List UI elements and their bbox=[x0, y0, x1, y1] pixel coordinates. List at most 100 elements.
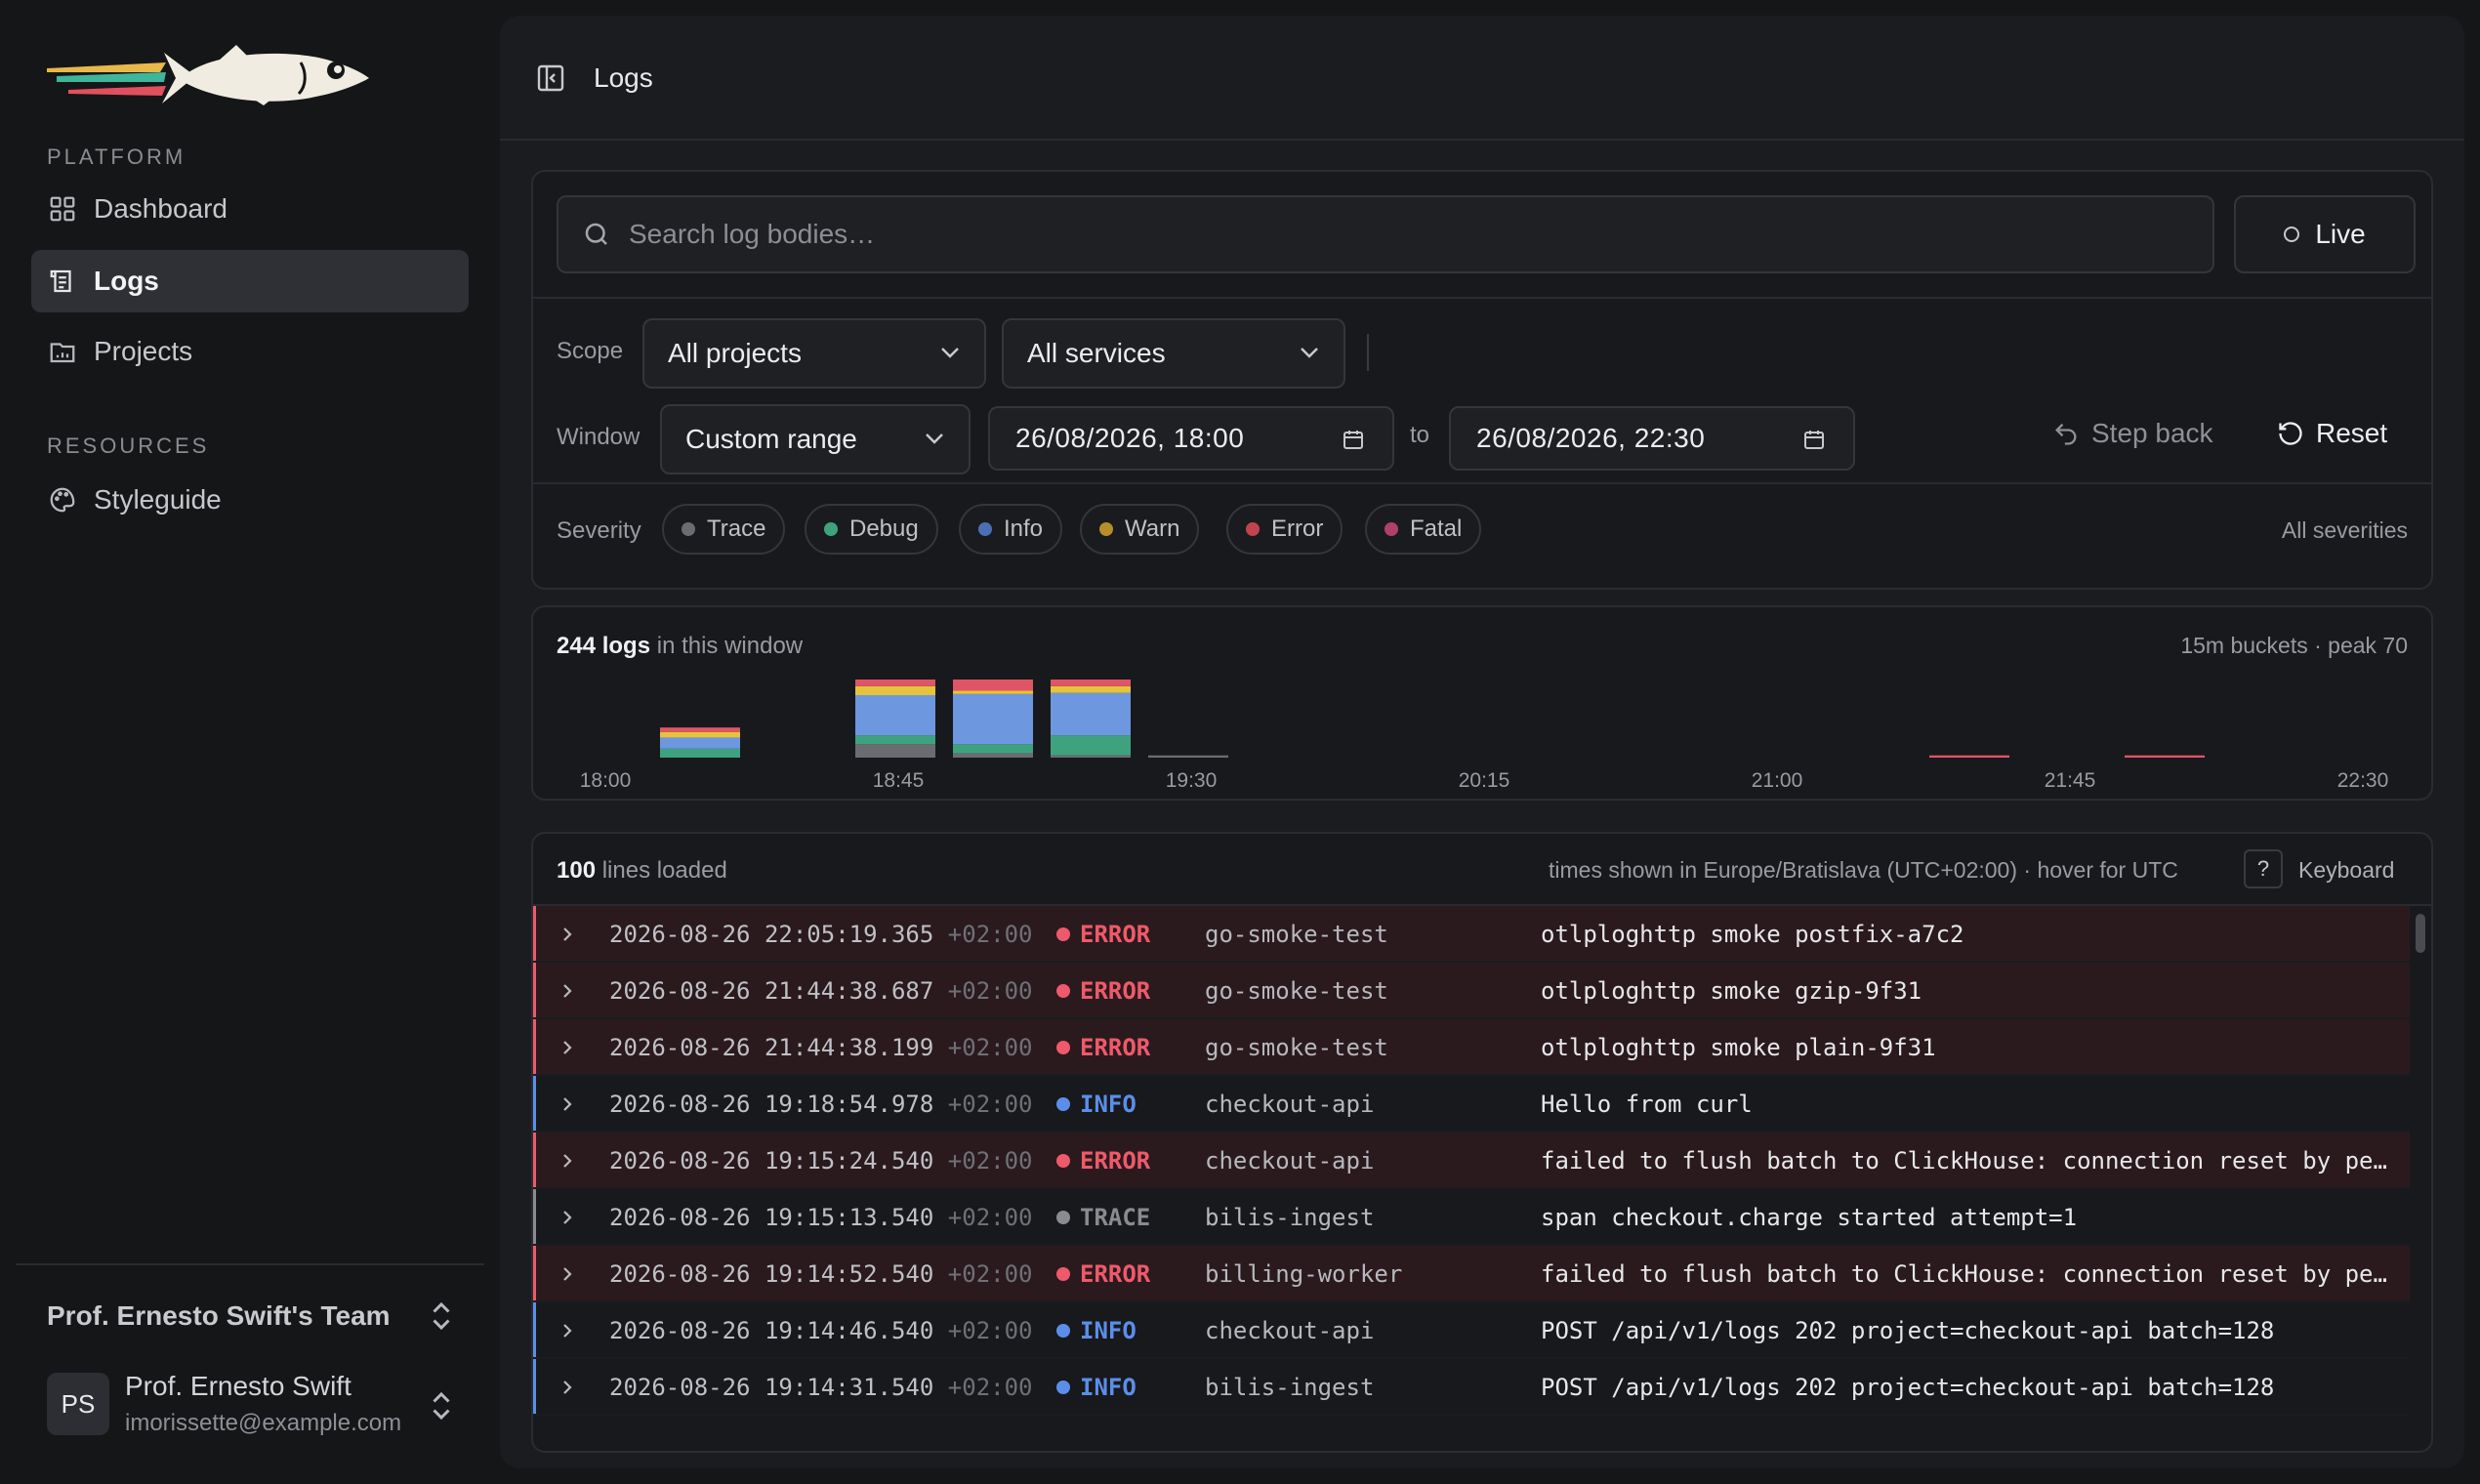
window-select[interactable]: Custom range bbox=[660, 404, 971, 474]
from-date-input[interactable]: 26/08/2026, 18:00 bbox=[988, 406, 1394, 471]
sidebar-item-dashboard[interactable]: Dashboard bbox=[31, 178, 469, 240]
platform-section-label: PLATFORM bbox=[47, 144, 186, 169]
lines-suffix: lines loaded bbox=[601, 857, 727, 884]
service-select[interactable]: All services bbox=[1002, 318, 1345, 389]
log-service: checkout-api bbox=[1205, 1091, 1375, 1118]
search-input[interactable] bbox=[629, 219, 2191, 250]
chevron-right-icon[interactable] bbox=[560, 1039, 574, 1056]
severity-chip-trace[interactable]: Trace bbox=[662, 504, 786, 555]
log-service: go-smoke-test bbox=[1205, 921, 1388, 948]
chevron-right-icon[interactable] bbox=[560, 1265, 574, 1283]
log-timezone: +02:00 bbox=[947, 1374, 1033, 1401]
lines-count: 100 bbox=[557, 857, 597, 884]
histogram-bar-error[interactable] bbox=[1051, 680, 1131, 686]
all-severities-link[interactable]: All severities bbox=[2282, 517, 2408, 544]
histogram-tick-label: 19:30 bbox=[1166, 769, 1218, 792]
histogram-bar-error[interactable] bbox=[660, 727, 740, 732]
histogram-bar-trace[interactable] bbox=[1148, 755, 1228, 758]
log-timestamp: 2026-08-26 21:44:38.687 +02:00 bbox=[609, 977, 1033, 1005]
histogram-bar-trace[interactable] bbox=[953, 753, 1033, 758]
histogram-bar-debug[interactable] bbox=[660, 748, 740, 758]
search-box[interactable] bbox=[557, 195, 2214, 273]
sidebar: PLATFORM Dashboard Logs Projects RESOURC… bbox=[0, 0, 498, 1484]
log-row[interactable]: 2026-08-26 19:18:54.978 +02:00 INFO checko… bbox=[533, 1076, 2410, 1133]
histogram-bar-info[interactable] bbox=[855, 695, 935, 736]
histogram-bar-warn[interactable] bbox=[660, 731, 740, 738]
histogram-bar-debug[interactable] bbox=[855, 735, 935, 745]
histogram-bar-trace[interactable] bbox=[855, 744, 935, 758]
severity-dot-icon bbox=[1056, 984, 1070, 998]
window-select-value: Custom range bbox=[685, 424, 857, 454]
severity-chip-label: Trace bbox=[707, 515, 766, 542]
log-row[interactable]: 2026-08-26 19:15:24.540 +02:00 ERROR check… bbox=[533, 1133, 2410, 1189]
sidebar-item-logs[interactable]: Logs bbox=[31, 250, 469, 312]
log-severity: ERROR bbox=[1080, 1260, 1151, 1288]
reset-button[interactable]: Reset bbox=[2277, 418, 2387, 449]
logs-icon bbox=[47, 266, 78, 297]
calendar-icon[interactable] bbox=[1802, 428, 1826, 451]
sidebar-item-label: Logs bbox=[94, 266, 159, 296]
project-select[interactable]: All projects bbox=[642, 318, 986, 389]
log-message: failed to flush batch to ClickHouse: con… bbox=[1541, 1260, 2387, 1288]
histogram-bar-error[interactable] bbox=[1929, 755, 2009, 758]
log-row[interactable]: 2026-08-26 21:44:38.199 +02:00 ERROR go-sm… bbox=[533, 1019, 2410, 1076]
chevron-right-icon[interactable] bbox=[560, 1209, 574, 1226]
sidebar-toggle-icon[interactable] bbox=[535, 62, 566, 94]
severity-chip-error[interactable]: Error bbox=[1226, 504, 1343, 555]
log-row[interactable]: 2026-08-26 22:05:19.365 +02:00 ERROR go-sm… bbox=[533, 906, 2410, 963]
histogram-bar-debug[interactable] bbox=[953, 744, 1033, 754]
calendar-icon[interactable] bbox=[1342, 428, 1365, 451]
scrollbar[interactable] bbox=[2416, 914, 2425, 953]
log-row[interactable]: 2026-08-26 19:14:46.540 +02:00 INFO checko… bbox=[533, 1302, 2410, 1359]
log-message: Hello from curl bbox=[1541, 1091, 1753, 1118]
chevron-right-icon[interactable] bbox=[560, 926, 574, 943]
log-row[interactable]: 2026-08-26 19:14:52.540 +02:00 ERROR billi… bbox=[533, 1246, 2410, 1302]
log-message: otlploghttp smoke gzip-9f31 bbox=[1541, 977, 1922, 1005]
chevron-right-icon[interactable] bbox=[560, 1095, 574, 1113]
histogram-chart[interactable]: 18:00 18:45 19:30 20:15 21:00 21:45 22:30 bbox=[557, 666, 2412, 793]
histogram-bar-error[interactable] bbox=[953, 680, 1033, 691]
log-row[interactable]: 2026-08-26 19:15:13.540 +02:00 TRACE bilis… bbox=[533, 1189, 2410, 1246]
histogram-bar-warn[interactable] bbox=[1051, 685, 1131, 693]
severity-dot-icon bbox=[824, 522, 838, 536]
histogram-bar-info[interactable] bbox=[660, 737, 740, 749]
dashboard-icon bbox=[47, 193, 78, 225]
log-row[interactable]: 2026-08-26 19:14:31.540 +02:00 INFO bilis-… bbox=[533, 1359, 2410, 1416]
histogram-bar-info[interactable] bbox=[1051, 692, 1131, 736]
log-message: otlploghttp smoke postfix-a7c2 bbox=[1541, 921, 1964, 948]
severity-chip-warn[interactable]: Warn bbox=[1080, 504, 1200, 555]
chevron-down-icon bbox=[941, 348, 959, 358]
log-service: billing-worker bbox=[1205, 1260, 1403, 1288]
sidebar-item-projects[interactable]: Projects bbox=[31, 320, 469, 383]
histogram-bar-debug[interactable] bbox=[1051, 735, 1131, 756]
histogram-bar-warn[interactable] bbox=[953, 690, 1033, 694]
histogram-count: 244 logs in this window bbox=[557, 633, 803, 660]
histogram-bar-error[interactable] bbox=[855, 680, 935, 686]
severity-chip-label: Fatal bbox=[1410, 515, 1463, 542]
user-menu[interactable]: PS Prof. Ernesto Swift imorissette@examp… bbox=[31, 1361, 469, 1451]
severity-dot-icon bbox=[1056, 1324, 1070, 1338]
log-timestamp: 2026-08-26 21:44:38.199 +02:00 bbox=[609, 1034, 1033, 1061]
histogram-bar-error[interactable] bbox=[2125, 755, 2205, 758]
chevron-right-icon[interactable] bbox=[560, 982, 574, 1000]
severity-bar bbox=[533, 906, 536, 961]
to-date-input[interactable]: 26/08/2026, 22:30 bbox=[1449, 406, 1855, 471]
severity-chip-debug[interactable]: Debug bbox=[805, 504, 938, 555]
histogram-bar-trace[interactable] bbox=[1051, 755, 1131, 758]
step-back-button[interactable]: Step back bbox=[2052, 418, 2213, 449]
histogram-bar-info[interactable] bbox=[953, 693, 1033, 745]
chevron-right-icon[interactable] bbox=[560, 1322, 574, 1340]
keyboard-label[interactable]: Keyboard bbox=[2298, 857, 2394, 884]
severity-chip-info[interactable]: Info bbox=[959, 504, 1063, 555]
histogram-bar-warn[interactable] bbox=[855, 685, 935, 695]
chevron-right-icon[interactable] bbox=[560, 1152, 574, 1170]
live-button[interactable]: Live bbox=[2234, 195, 2416, 273]
log-table-card: 100 lines loaded times shown in Europe/B… bbox=[531, 832, 2433, 1453]
severity-chip-fatal[interactable]: Fatal bbox=[1365, 504, 1482, 555]
team-switcher[interactable]: Prof. Ernesto Swift's Team bbox=[31, 1281, 469, 1351]
chevron-right-icon[interactable] bbox=[560, 1379, 574, 1396]
keyboard-shortcuts-button[interactable]: ? bbox=[2244, 849, 2283, 888]
log-row[interactable]: 2026-08-26 21:44:38.687 +02:00 ERROR go-sm… bbox=[533, 963, 2410, 1019]
fish-logo[interactable] bbox=[47, 43, 369, 113]
sidebar-item-styleguide[interactable]: Styleguide bbox=[31, 469, 469, 531]
